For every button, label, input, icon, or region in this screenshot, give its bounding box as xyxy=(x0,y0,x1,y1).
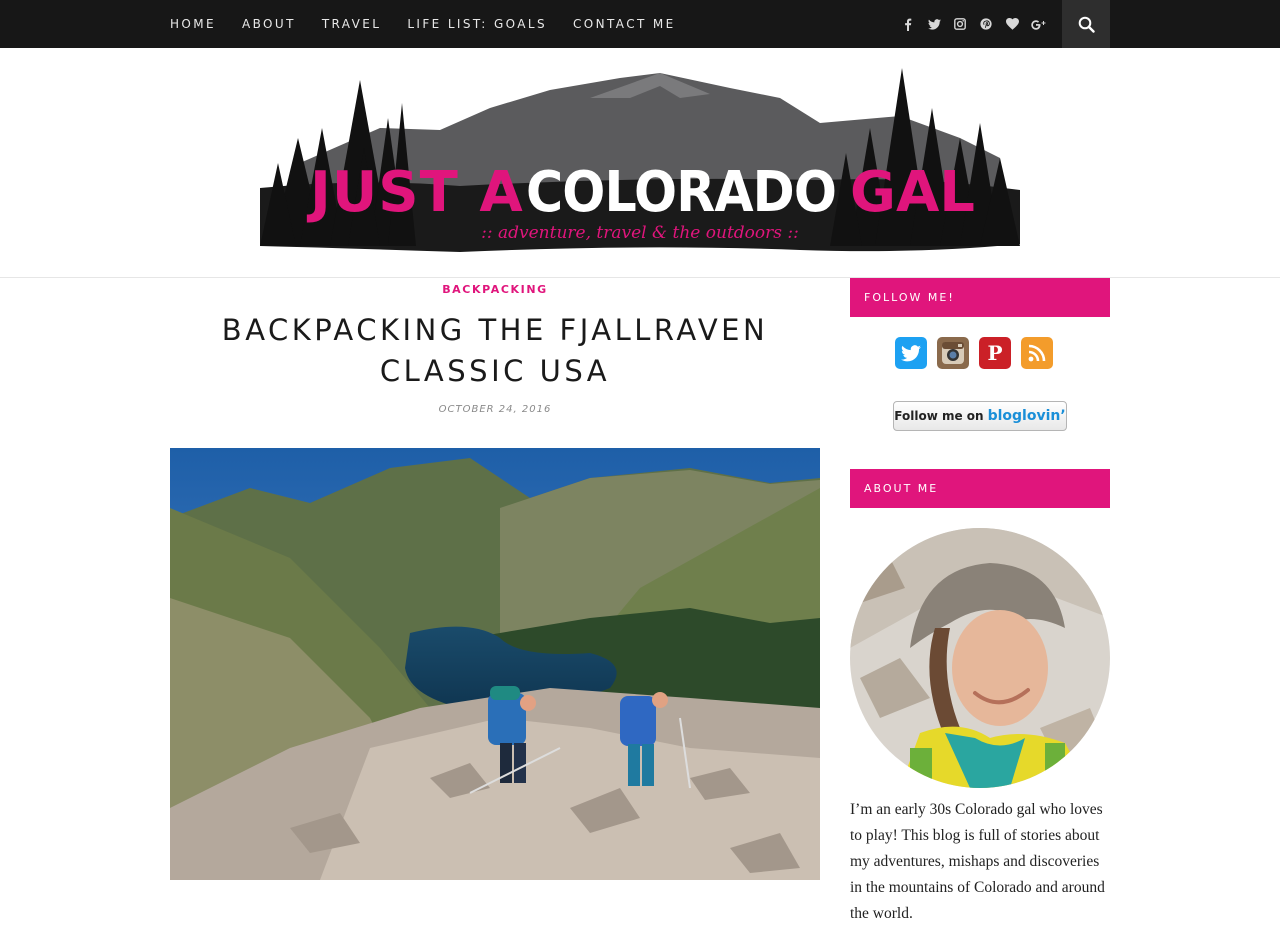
about-me-widget-title: ABOUT ME xyxy=(850,469,1110,508)
facebook-icon[interactable] xyxy=(898,14,918,34)
post-hero-image[interactable] xyxy=(170,448,820,880)
post-category[interactable]: BACKPACKING xyxy=(170,283,820,296)
header-social-links xyxy=(898,0,1048,48)
bloglovin-follow-button[interactable]: Follow me on bloglovin’ xyxy=(893,401,1067,431)
heart-icon[interactable] xyxy=(1002,14,1022,34)
nav-contact-me[interactable]: CONTACT ME xyxy=(573,17,676,31)
follow-me-widget-title: FOLLOW ME! xyxy=(850,278,1110,317)
nav-life-list-goals[interactable]: LIFE LIST: GOALS xyxy=(407,17,547,31)
twitter-icon[interactable] xyxy=(895,337,927,369)
about-me-text: I’m an early 30s Colorado gal who loves … xyxy=(850,801,1105,922)
bloglovin-brand: bloglovin’ xyxy=(987,408,1066,424)
bloglovin-prefix: Follow me on xyxy=(894,409,984,423)
logo-gal: GAL xyxy=(850,160,975,225)
instagram-icon[interactable] xyxy=(950,14,970,34)
nav-travel[interactable]: TRAVEL xyxy=(322,17,382,31)
google-plus-icon[interactable] xyxy=(1028,14,1048,34)
post-date: OCTOBER 24, 2016 xyxy=(438,404,552,415)
search-button[interactable] xyxy=(1062,0,1110,48)
rss-icon[interactable] xyxy=(1021,337,1053,369)
nav-about[interactable]: ABOUT xyxy=(242,17,296,31)
top-navigation-bar: HOME ABOUT TRAVEL LIFE LIST: GOALS CONTA… xyxy=(0,0,1280,48)
main-menu: HOME ABOUT TRAVEL LIFE LIST: GOALS CONTA… xyxy=(170,0,702,48)
logo-colorado: COLORADO xyxy=(526,160,836,225)
svg-text:P: P xyxy=(987,342,1002,364)
twitter-icon[interactable] xyxy=(924,14,944,34)
instagram-icon[interactable] xyxy=(937,337,969,369)
logo-just-a: JUST A xyxy=(306,160,524,225)
pinterest-icon[interactable]: P xyxy=(979,337,1011,369)
author-avatar xyxy=(850,528,1110,788)
search-icon xyxy=(1078,16,1095,33)
nav-home[interactable]: HOME xyxy=(170,17,216,31)
site-logo[interactable]: JUST A COLORADO GAL :: adventure, travel… xyxy=(260,68,1020,254)
site-header: JUST A COLORADO GAL :: adventure, travel… xyxy=(0,48,1280,278)
follow-icons: P xyxy=(895,337,1053,369)
post-title[interactable]: BACKPACKING THE FJALLRAVEN CLASSIC USA xyxy=(170,310,820,392)
logo-tagline: :: adventure, travel & the outdoors :: xyxy=(481,223,799,243)
pinterest-icon[interactable] xyxy=(976,14,996,34)
